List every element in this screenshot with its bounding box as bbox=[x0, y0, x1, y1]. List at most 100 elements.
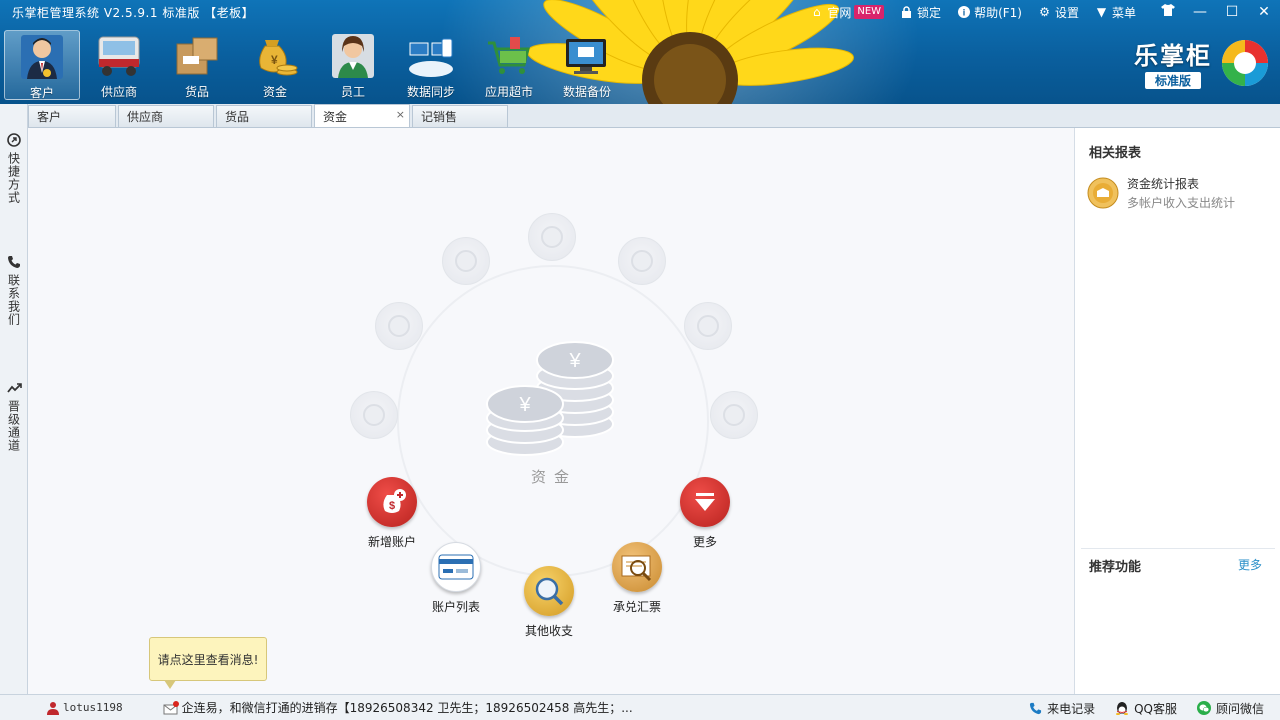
right-panel: 相关报表 资金统计报表 多帐户收入支出统计 推荐功能 更多 bbox=[1074, 128, 1280, 694]
tab-label: 货品 bbox=[225, 110, 250, 124]
tab-goods[interactable]: 货品 bbox=[216, 105, 312, 127]
tab-customer[interactable]: 客户 bbox=[28, 105, 116, 127]
phone-icon bbox=[6, 254, 22, 270]
other-income-expense-button[interactable]: 其他收支 bbox=[524, 566, 574, 639]
settings-label: 设置 bbox=[1054, 5, 1079, 20]
toolbar-item-goods[interactable]: 货品 bbox=[158, 30, 236, 100]
action-label: 承兑汇票 bbox=[612, 600, 661, 614]
help-icon: i bbox=[957, 5, 970, 19]
recommended-title: 推荐功能 bbox=[1089, 560, 1142, 575]
wechat-advisor-label: 顾问微信 bbox=[1215, 701, 1264, 716]
chevron-down-icon: ▼ bbox=[1096, 4, 1107, 19]
lock-button[interactable]: 锁定 bbox=[900, 4, 941, 21]
phone-icon bbox=[1029, 702, 1042, 715]
empty-slot bbox=[684, 302, 732, 350]
app-title: 乐掌柜管理系统 V2.5.9.1 标准版 【老板】 bbox=[12, 6, 255, 20]
skin-button[interactable] bbox=[1152, 0, 1184, 24]
center-label-funds: 资金 bbox=[531, 468, 578, 486]
empty-slot bbox=[528, 213, 576, 261]
qq-service-label: QQ客服 bbox=[1134, 701, 1177, 716]
user-name: lotus1198 bbox=[63, 701, 123, 714]
bill-search-icon bbox=[612, 542, 662, 592]
call-log-label: 来电记录 bbox=[1047, 701, 1096, 716]
brand-edition: 标准版 bbox=[1144, 72, 1201, 89]
toolbar-item-customer[interactable]: 客户 bbox=[4, 30, 80, 100]
website-link[interactable]: ⌂ 官网 NEW bbox=[810, 4, 885, 21]
goods-box-icon bbox=[172, 32, 222, 80]
tab-label: 供应商 bbox=[127, 110, 164, 124]
tab-label: 记销售 bbox=[421, 110, 458, 124]
toolbar-label: 货品 bbox=[184, 85, 209, 99]
minimize-button[interactable]: — bbox=[1184, 0, 1216, 24]
message-tooltip[interactable]: 请点这里查看消息! bbox=[149, 637, 267, 689]
lock-icon bbox=[900, 5, 913, 19]
toolbar-label: 数据同步 bbox=[406, 85, 455, 99]
maximize-button[interactable]: ☐ bbox=[1216, 0, 1248, 24]
sidebar-label: 晋级通道 bbox=[6, 400, 21, 452]
trend-up-icon bbox=[6, 380, 22, 396]
settings-button[interactable]: ⚙ 设置 bbox=[1038, 4, 1079, 21]
report-description: 多帐户收入支出统计 bbox=[1127, 196, 1236, 210]
sidebar-item-contact[interactable]: 联系我们 bbox=[0, 254, 28, 326]
wechat-advisor-link[interactable]: 顾问微信 bbox=[1196, 700, 1264, 717]
toolbar-label: 员工 bbox=[340, 85, 365, 99]
qq-penguin-icon bbox=[1115, 701, 1129, 715]
svg-text:i: i bbox=[962, 7, 965, 17]
mail-notification-icon bbox=[163, 700, 179, 714]
empty-slot bbox=[710, 391, 758, 439]
bank-card-icon bbox=[431, 542, 481, 592]
related-reports-title: 相关报表 bbox=[1089, 146, 1142, 161]
toolbar-item-data-backup[interactable]: 数据备份 bbox=[548, 30, 626, 100]
more-button[interactable]: 更多 bbox=[680, 477, 730, 550]
coins-icon: ¥ ¥ bbox=[486, 341, 614, 456]
brand-logo: 乐掌柜 标准版 bbox=[1134, 36, 1270, 89]
news-ticker[interactable]: 企连易，和微信打通的进销存【18926508342 卫先生；1892650245… bbox=[163, 699, 633, 716]
report-funds-statistics[interactable]: 资金统计报表 多帐户收入支出统计 bbox=[1087, 175, 1235, 211]
toolbar-item-staff[interactable]: 员工 bbox=[314, 30, 392, 100]
account-list-button[interactable]: 账户列表 bbox=[431, 542, 481, 615]
gear-icon: ⚙ bbox=[1039, 4, 1050, 19]
sidebar-label: 快捷方式 bbox=[6, 152, 21, 204]
tab-label: 客户 bbox=[37, 110, 62, 124]
status-bar: lotus1198 企连易，和微信打通的进销存【18926508342 卫先生；… bbox=[0, 694, 1280, 720]
tab-close-icon[interactable]: × bbox=[396, 108, 405, 121]
toolbar-label: 应用超市 bbox=[484, 85, 533, 99]
action-label: 账户列表 bbox=[431, 600, 480, 614]
home-icon: ⌂ bbox=[813, 4, 821, 19]
acceptance-bill-button[interactable]: 承兑汇票 bbox=[612, 542, 662, 615]
data-backup-icon bbox=[562, 32, 612, 80]
supplier-truck-icon bbox=[94, 32, 144, 80]
tab-funds[interactable]: 资金 × bbox=[314, 104, 410, 127]
recommended-more-link[interactable]: 更多 bbox=[1238, 556, 1262, 573]
help-button[interactable]: i 帮助(F1) bbox=[957, 4, 1022, 21]
title-bar: 乐掌柜管理系统 V2.5.9.1 标准版 【老板】 ⌂ 官网 NEW 锁定 i … bbox=[0, 0, 1280, 104]
tab-record-sales[interactable]: 记销售 bbox=[412, 105, 508, 127]
toolbar-label: 客户 bbox=[29, 86, 54, 100]
toolbar-item-funds[interactable]: ¥ 资金 bbox=[236, 30, 314, 100]
news-text: 企连易，和微信打通的进销存【18926508342 卫先生；1892650245… bbox=[181, 701, 633, 715]
left-sidebar: 快捷方式 联系我们 晋级通道 bbox=[0, 104, 28, 694]
close-button[interactable]: ✕ bbox=[1248, 0, 1280, 24]
magnifier-icon bbox=[524, 566, 574, 616]
staff-icon bbox=[328, 32, 378, 80]
top-links: ⌂ 官网 NEW 锁定 i 帮助(F1) ⚙ 设置 ▼ 菜单 — ☐ ✕ bbox=[810, 0, 1280, 24]
menu-label: 菜单 bbox=[1111, 5, 1136, 20]
call-log-link[interactable]: 来电记录 bbox=[1029, 700, 1095, 717]
current-user[interactable]: lotus1198 bbox=[46, 701, 123, 715]
toolbar-item-app-market[interactable]: 应用超市 bbox=[470, 30, 548, 100]
new-badge: NEW bbox=[854, 5, 885, 19]
toolbar-item-data-sync[interactable]: 数据同步 bbox=[392, 30, 470, 100]
action-label: 新增账户 bbox=[367, 535, 416, 549]
empty-slot bbox=[350, 391, 398, 439]
toolbar-item-supplier[interactable]: 供应商 bbox=[80, 30, 158, 100]
sidebar-item-shortcuts[interactable]: 快捷方式 bbox=[0, 132, 28, 204]
svg-text:$: $ bbox=[389, 500, 395, 512]
sidebar-item-upgrade[interactable]: 晋级通道 bbox=[0, 380, 28, 452]
qq-service-link[interactable]: QQ客服 bbox=[1115, 700, 1177, 717]
add-account-button[interactable]: $ 新增账户 bbox=[367, 477, 417, 550]
app-market-icon bbox=[484, 32, 534, 80]
tab-supplier[interactable]: 供应商 bbox=[118, 105, 214, 127]
tshirt-icon bbox=[1161, 4, 1175, 20]
svg-text:¥: ¥ bbox=[271, 53, 278, 67]
menu-button[interactable]: ▼ 菜单 bbox=[1095, 4, 1136, 21]
